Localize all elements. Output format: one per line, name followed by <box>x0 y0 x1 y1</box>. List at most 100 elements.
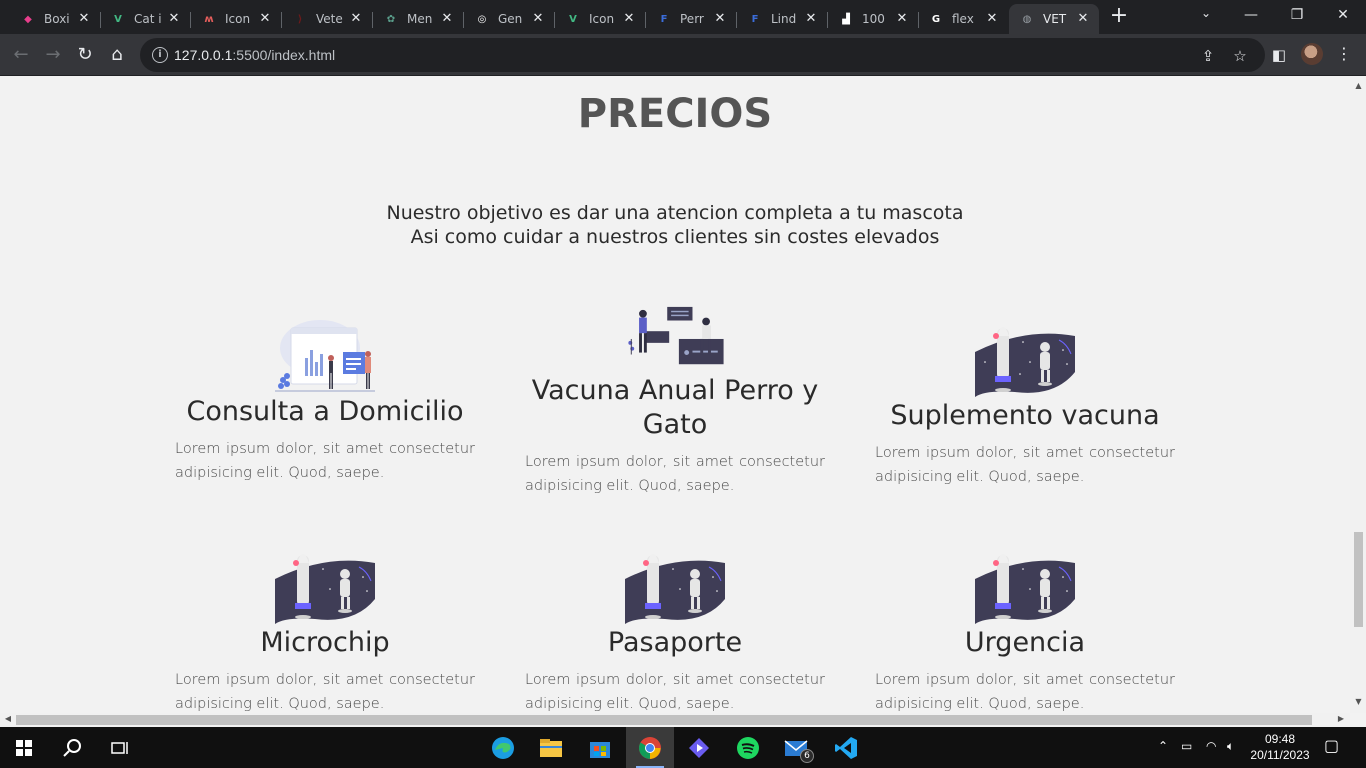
space-rocket-illustration <box>625 554 725 624</box>
scroll-right-arrow-icon[interactable]: ▶ <box>1336 714 1346 726</box>
tab-close-icon[interactable]: ✕ <box>257 11 273 27</box>
close-window-button[interactable]: ✕ <box>1320 4 1366 28</box>
windows-start-icon[interactable] <box>9 733 39 763</box>
tab-favicon-icon: ⟩ <box>297 13 303 25</box>
browser-tab[interactable]: ◍ VET ✕ <box>1009 4 1099 34</box>
reload-icon[interactable]: ↻ <box>72 42 98 68</box>
tab-close-icon[interactable]: ✕ <box>803 11 819 27</box>
space-rocket-illustration <box>275 554 375 624</box>
chrome-browser-icon[interactable] <box>635 733 665 763</box>
tab-favicon-icon: G <box>931 13 941 25</box>
browser-menu-icon[interactable]: ⋮ <box>1336 43 1352 65</box>
search-icon[interactable] <box>57 733 87 763</box>
browser-tab[interactable]: ⟩ Vete ✕ <box>282 4 372 34</box>
tab-label: 100 <box>862 12 885 26</box>
media-player-icon[interactable] <box>684 733 714 763</box>
scroll-left-arrow-icon[interactable]: ◀ <box>3 714 13 726</box>
minimize-button[interactable]: — <box>1228 4 1274 28</box>
tab-favicon-icon: ʍ <box>204 13 214 25</box>
mail-icon[interactable]: 6 <box>782 733 814 763</box>
tab-close-icon[interactable]: ✕ <box>348 11 364 27</box>
task-view-icon[interactable] <box>105 733 135 763</box>
scroll-down-arrow-icon[interactable]: ▼ <box>1354 697 1363 707</box>
tab-favicon-icon: V <box>569 13 577 25</box>
edge-browser-icon[interactable] <box>488 733 518 763</box>
show-hidden-icons-chevron-icon[interactable]: ⌃ <box>1158 739 1168 753</box>
browser-tab[interactable]: F Lind ✕ <box>737 4 827 34</box>
browser-tab[interactable]: Gflex ✕ <box>918 4 1008 34</box>
tab-search-chevron-icon[interactable]: ⌄ <box>1196 6 1216 26</box>
tab-label: Gen <box>498 12 523 26</box>
tab-close-icon[interactable]: ✕ <box>621 11 637 27</box>
vscode-icon[interactable] <box>831 733 861 763</box>
tab-close-icon[interactable]: ✕ <box>712 11 728 27</box>
team-chat-illustration <box>628 306 724 365</box>
card-title: Vacuna Anual Perro y Gato <box>531 375 819 440</box>
back-arrow-icon[interactable]: ← <box>8 42 34 68</box>
price-card-consulta: Consulta a Domicilio Lorem ipsum dolor, … <box>175 318 475 485</box>
scroll-up-arrow-icon[interactable]: ▲ <box>1354 81 1363 91</box>
browser-tab[interactable]: V Cat i ✕ <box>100 4 190 34</box>
tab-favicon-icon: ✿ <box>386 13 396 25</box>
vertical-scrollbar[interactable]: ▲ ▼ <box>1350 77 1366 713</box>
notifications-icon[interactable]: ▢ <box>1324 736 1339 755</box>
tab-favicon-icon: ◆ <box>24 13 32 25</box>
side-panel-icon[interactable]: ◧ <box>1269 45 1289 65</box>
vertical-scroll-thumb[interactable] <box>1354 532 1363 627</box>
profile-avatar[interactable] <box>1301 43 1323 65</box>
analytics-dashboard-illustration <box>275 320 375 392</box>
site-info-icon[interactable]: i <box>152 47 168 63</box>
address-bar[interactable]: i 127.0.0.1:5500/index.html ⇪ ☆ <box>140 38 1265 72</box>
tab-label: Cat i <box>134 12 162 26</box>
browser-tab[interactable]: ✿ Men ✕ <box>373 4 463 34</box>
browser-tab[interactable]: ʍ Icon ✕ <box>191 4 281 34</box>
tab-close-icon[interactable]: ✕ <box>1075 11 1091 27</box>
store-icon[interactable] <box>585 733 615 763</box>
browser-tab[interactable]: ▟ 100 ✕ <box>828 4 918 34</box>
horizontal-scroll-thumb[interactable] <box>16 715 1312 725</box>
windows-taskbar: 6 ⌃ ▭ ◠ 🔈︎ 09:48 20/11/2023 ▢ <box>0 727 1366 768</box>
share-icon[interactable]: ⇪ <box>1198 46 1218 66</box>
tab-close-icon[interactable]: ✕ <box>166 11 182 27</box>
tab-label: Boxi <box>44 12 70 26</box>
horizontal-scrollbar[interactable]: ◀ ▶ <box>0 713 1350 727</box>
taskbar-clock[interactable]: 09:48 20/11/2023 <box>1244 731 1316 763</box>
clock-date: 20/11/2023 <box>1250 748 1310 762</box>
tab-favicon-icon: F <box>751 13 759 25</box>
tab-close-icon[interactable]: ✕ <box>894 11 910 27</box>
forward-arrow-icon[interactable]: → <box>40 42 66 68</box>
tab-close-icon[interactable]: ✕ <box>76 11 92 27</box>
tab-label: flex <box>952 12 974 26</box>
tab-close-icon[interactable]: ✕ <box>439 11 455 27</box>
tab-favicon-icon: ◎ <box>477 13 487 25</box>
url-text[interactable]: 127.0.0.1:5500/index.html <box>174 47 335 63</box>
browser-tab[interactable]: ◆ Boxi ✕ <box>10 4 100 34</box>
browser-tab[interactable]: ◎ Gen ✕ <box>464 4 554 34</box>
card-text: Lorem ipsum dolor, sit amet consectetur … <box>875 445 1175 485</box>
new-tab-button[interactable]: + <box>1107 5 1131 29</box>
browser-tab[interactable]: F Perr ✕ <box>646 4 736 34</box>
file-explorer-icon[interactable] <box>536 733 566 763</box>
price-card-suplemento: Suplemento vacuna Lorem ipsum dolor, sit… <box>875 322 1175 489</box>
card-title: Consulta a Domicilio <box>186 396 464 427</box>
wifi-icon[interactable]: ◠ <box>1206 739 1216 753</box>
tab-strip: ◆ Boxi ✕ V Cat i ✕ ʍ Icon ✕ ⟩ Vete ✕ ✿ Men ✕ ◎ Gen ✕ V Icon… <box>0 0 1366 34</box>
home-icon[interactable]: ⌂ <box>104 42 130 68</box>
volume-icon[interactable]: 🔈︎ <box>1227 739 1234 754</box>
bookmark-star-icon[interactable]: ☆ <box>1230 46 1250 66</box>
page-title: PRECIOS <box>577 91 773 137</box>
battery-icon[interactable]: ▭ <box>1181 739 1192 753</box>
tab-favicon-icon: F <box>660 13 668 25</box>
tab-label: VET <box>1043 12 1067 26</box>
tab-close-icon[interactable]: ✕ <box>530 11 546 27</box>
price-card-microchip: Microchip Lorem ipsum dolor, sit amet co… <box>175 549 475 713</box>
card-title: Microchip <box>260 627 390 658</box>
tab-favicon-icon: V <box>114 13 122 25</box>
tab-close-icon[interactable]: ✕ <box>984 11 1000 27</box>
card-title: Suplemento vacuna <box>890 400 1160 431</box>
spotify-icon[interactable] <box>733 733 763 763</box>
browser-tab[interactable]: V Icon ✕ <box>555 4 645 34</box>
card-text: Lorem ipsum dolor, sit amet consectetur … <box>525 672 825 712</box>
intro-line-2: Asi como cuidar a nuestros clientes sin … <box>410 226 940 248</box>
restore-button[interactable]: ❐ <box>1274 4 1320 28</box>
